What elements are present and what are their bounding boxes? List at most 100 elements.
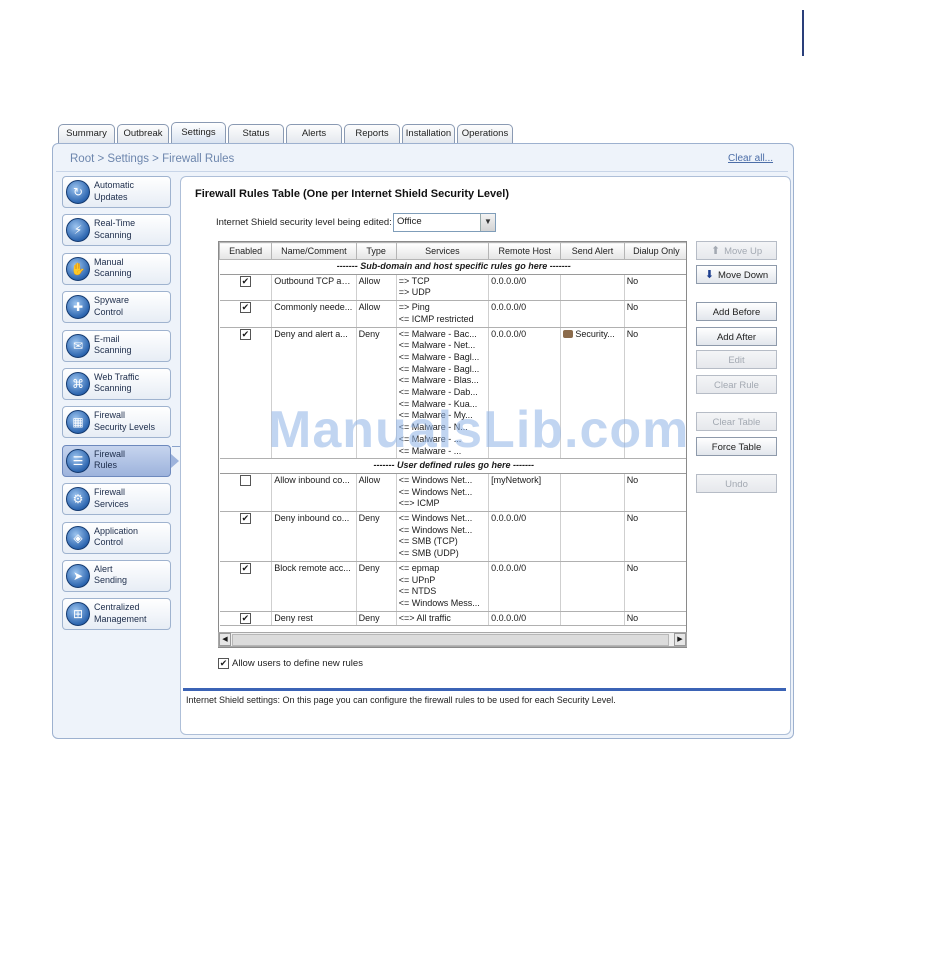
type-cell-text: Deny xyxy=(358,513,380,524)
sidebar-label-line: Centralized xyxy=(94,602,140,613)
sidebar-item-spyware-control[interactable]: ✚ Spyware Control xyxy=(62,291,171,324)
table-row[interactable]: ✔ Deny and alert a... Deny <= Malware - Bac… xyxy=(219,327,686,460)
sidebar-item-e-mail-scanning[interactable]: ✉ E-mail Scanning xyxy=(62,329,171,362)
clear-all-link[interactable]: Clear all... xyxy=(728,153,773,164)
scroll-right-icon[interactable]: ▶ xyxy=(674,633,686,646)
breadcrumb-settings[interactable]: Settings xyxy=(107,153,149,165)
enabled-cell: ✔ xyxy=(219,327,273,460)
chevron-down-icon[interactable]: ▼ xyxy=(480,214,495,231)
type-cell-text: Deny xyxy=(358,328,380,339)
table-row[interactable]: ✔ Block remote acc... Deny <= epmap <= UPnP <… xyxy=(219,561,686,612)
sidebar-item-automatic-updates[interactable]: ↻ Automatic Updates xyxy=(62,176,171,208)
tab-status[interactable]: Status xyxy=(228,124,284,143)
horizontal-scrollbar[interactable]: ◀ ▶ xyxy=(218,632,687,647)
send-alert-cell xyxy=(560,611,625,627)
column-header-enabled[interactable]: Enabled xyxy=(219,242,273,260)
sidebar-item-firewall-services[interactable]: ⚙ Firewall Services xyxy=(62,483,171,516)
column-header-services[interactable]: Services xyxy=(395,242,490,260)
name-cell: Deny rest xyxy=(271,611,357,627)
services-cell: <=> All traffic xyxy=(396,611,490,627)
tab-alerts[interactable]: Alerts xyxy=(286,124,342,143)
table-row[interactable]: ✔ Deny inbound co... Deny <= Windows Net...… xyxy=(219,511,686,562)
remote-host-cell: 0.0.0.0/0 xyxy=(488,511,562,562)
clear-table-button[interactable]: Clear Table xyxy=(696,412,777,431)
enabled-checkbox[interactable]: ✔ xyxy=(239,275,251,287)
table-row[interactable]: ✔ Deny rest Deny <=> All traffic 0.0.0.0/0 No xyxy=(219,611,686,627)
central-mgmt-icon: ⊞ xyxy=(66,602,90,627)
scroll-left-icon[interactable]: ◀ xyxy=(219,633,231,646)
allow-users-checkbox[interactable]: ✔ xyxy=(218,658,229,669)
services-cell: => Ping <= ICMP restricted xyxy=(396,300,490,328)
application-icon: ◈ xyxy=(66,525,90,550)
sidebar-item-application-control[interactable]: ◈ Application Control xyxy=(62,521,171,554)
dialup-cell-text: No xyxy=(626,513,639,524)
remote-host-cell: 0.0.0.0/0 xyxy=(488,611,562,627)
security-level-select[interactable]: Office ▼ xyxy=(393,213,496,232)
enabled-checkbox[interactable]: ✔ xyxy=(239,302,251,314)
enabled-checkbox[interactable]: ✔ xyxy=(239,563,251,574)
sidebar-item-label: E-mail Scanning xyxy=(94,334,168,357)
enabled-checkbox[interactable]: ✔ xyxy=(239,328,251,340)
edit-button[interactable]: Edit xyxy=(696,350,777,369)
tab-outbreak[interactable]: Outbreak xyxy=(117,124,169,143)
sidebar-item-firewall-rules[interactable]: ☰ Firewall Rules xyxy=(62,444,179,477)
column-header-remote-host[interactable]: Remote Host xyxy=(488,242,562,260)
sidebar-label-line: Automatic xyxy=(94,180,135,190)
name-cell: Deny inbound co... xyxy=(271,511,357,562)
sidebar-item-manual-scanning[interactable]: ✋ Manual Scanning xyxy=(62,252,171,285)
add-after-button[interactable]: Add After xyxy=(696,327,777,346)
status-divider xyxy=(183,688,786,691)
sidebar-item-web-traffic-scanning[interactable]: ⌘ Web Traffic Scanning xyxy=(62,367,171,400)
enabled-checkbox[interactable] xyxy=(239,475,251,487)
sidebar-item-label: Real-Time Scanning xyxy=(94,218,168,241)
firewall-rules-table: Enabled Name/Comment Type Services Remote Ho… xyxy=(218,241,687,648)
enabled-checkbox[interactable]: ✔ xyxy=(239,612,251,624)
sidebar-item-centralized-management[interactable]: ⊞ Centralized Management xyxy=(62,598,171,631)
type-cell: Deny xyxy=(356,561,397,612)
tab-summary[interactable]: Summary xyxy=(58,124,115,143)
service-entry: <= Malware - Bac... xyxy=(398,328,477,339)
alert-sending-icon: ➤ xyxy=(66,563,90,588)
force-table-button[interactable]: Force Table xyxy=(696,437,777,456)
service-entry: <= Windows Net... xyxy=(398,486,473,497)
active-indicator-icon xyxy=(171,453,179,468)
clear-rule-button[interactable]: Clear Rule xyxy=(696,375,777,394)
breadcrumb: Root > Settings > Firewall Rules xyxy=(70,153,234,165)
sidebar-item-firewall-security-levels[interactable]: ▦ Firewall Security Levels xyxy=(62,406,171,439)
tab-installation[interactable]: Installation xyxy=(402,124,455,143)
type-cell: Allow xyxy=(356,473,397,513)
sidebar-label-line: Alert xyxy=(94,563,113,574)
column-header-dialup-only[interactable]: Dialup Only xyxy=(623,242,686,260)
undo-button[interactable]: Undo xyxy=(696,474,777,493)
column-header-type[interactable]: Type xyxy=(355,242,397,260)
breadcrumb-root[interactable]: Root xyxy=(70,153,94,165)
add-before-button[interactable]: Add Before xyxy=(696,302,777,321)
tab-operations[interactable]: Operations xyxy=(457,124,513,143)
manual-scan-icon: ✋ xyxy=(66,256,90,281)
table-row[interactable]: ✔ Commonly neede... Allow => Ping <= ICMP re… xyxy=(219,300,686,328)
remote-host-cell-text: 0.0.0.0/0 xyxy=(491,302,527,313)
table-row[interactable]: Allow inbound co... Allow <= Windows Net..… xyxy=(219,473,686,513)
move-down-button[interactable]: ⬇ Move Down xyxy=(696,265,777,284)
name-cell-text: Outbound TCP an... xyxy=(274,275,354,286)
tab-settings[interactable]: Settings xyxy=(171,122,226,143)
tab-reports[interactable]: Reports xyxy=(344,124,400,143)
name-cell-text: Allow inbound co... xyxy=(274,474,350,485)
arrow-down-icon: ⬇ xyxy=(704,269,715,281)
move-up-button[interactable]: ⬆ Move Up xyxy=(696,241,777,260)
sidebar-item-label: Web Traffic Scanning xyxy=(94,372,168,395)
column-header-send-alert[interactable]: Send Alert xyxy=(560,242,625,260)
enabled-checkbox[interactable]: ✔ xyxy=(239,513,251,525)
sidebar-item-label: Automatic Updates xyxy=(94,180,168,203)
remote-host-cell-text: [myNetwork] xyxy=(491,474,542,485)
sidebar-item-label: Application Control xyxy=(94,526,168,549)
sidebar-item-real-time-scanning[interactable]: ⚡ Real-Time Scanning xyxy=(62,214,171,247)
sidebar-item-alert-sending[interactable]: ➤ Alert Sending xyxy=(62,559,171,592)
sidebar-item-label: Centralized Management xyxy=(94,602,168,625)
breadcrumb-separator: > xyxy=(148,153,163,165)
column-header-name-comment[interactable]: Name/Comment xyxy=(271,242,357,260)
sidebar-label-line: Manual xyxy=(94,256,124,267)
dialup-cell: No xyxy=(624,327,686,460)
scroll-thumb[interactable] xyxy=(232,634,669,646)
table-row[interactable]: ✔ Outbound TCP an... Allow => TCP => UDP 0.0.… xyxy=(219,274,686,302)
